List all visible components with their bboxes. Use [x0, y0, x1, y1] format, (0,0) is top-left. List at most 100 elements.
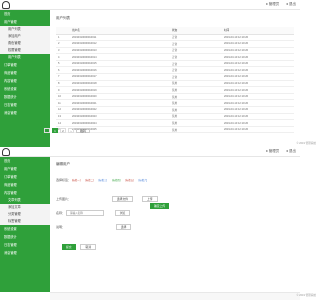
- sidebar-subitem[interactable]: 添加文章: [0, 204, 50, 211]
- table-cell: 2019-03-10 12:10:20: [222, 106, 294, 114]
- name-input[interactable]: 请输入名称: [65, 210, 104, 217]
- sidebar-item[interactable]: 首页: [0, 157, 50, 165]
- table-row[interactable]: 3 20190310000010013 正常 2019-03-10 12:10:20: [56, 47, 294, 55]
- sidebar-item[interactable]: 商品管理: [0, 69, 50, 77]
- table-cell: 1: [56, 34, 70, 42]
- sidebar-subitem[interactable]: 分类管理: [0, 211, 50, 218]
- sidebar-item[interactable]: 订单管理: [0, 61, 50, 69]
- sidebar-item[interactable]: 首页: [0, 10, 50, 18]
- app-logo-icon: [2, 148, 10, 156]
- sidebar-item[interactable]: 系统设置: [0, 225, 50, 233]
- table-cell: 7: [56, 73, 70, 81]
- logout-link[interactable]: ♦ 退出: [286, 149, 296, 153]
- browse-button[interactable]: 浏览: [114, 210, 131, 216]
- table-cell: 13: [56, 113, 70, 121]
- table-cell: 2: [56, 40, 70, 48]
- footer-2: © 2019 管理系统: [296, 294, 317, 297]
- table-row[interactable]: 15 20190310000010025 禁用 2019-03-10 12:10:20: [56, 126, 294, 134]
- sidebar-subitem[interactable]: 角色管理: [0, 40, 50, 47]
- top-links: ♦ 管理员 ♦ 退出: [260, 2, 296, 7]
- sidebar-subitem[interactable]: 用户列表: [0, 54, 50, 61]
- table-row[interactable]: 2 20190310000010012 正常 2019-03-10 12:10:20: [56, 40, 294, 48]
- sidebar-item[interactable]: 系统设置: [0, 85, 50, 93]
- table-row[interactable]: 5 20190310000010015 正常 2019-03-10 12:10:20: [56, 60, 294, 68]
- sidebar-subitem[interactable]: 添加用户: [0, 33, 50, 40]
- page-2-button[interactable]: 2: [60, 128, 66, 133]
- table-row[interactable]: 4 20190310000010014 正常 2019-03-10 12:10:20: [56, 53, 294, 61]
- user-link[interactable]: ♦ 管理员: [266, 2, 279, 6]
- confirm-upload-button[interactable]: 确定上传: [150, 203, 170, 209]
- sidebar-item[interactable]: 内容管理: [0, 77, 50, 85]
- go-button[interactable]: 跳转: [76, 128, 91, 133]
- table-cell: 20190310000010012: [70, 40, 170, 48]
- upload-button[interactable]: 上传: [141, 196, 158, 202]
- submit-button[interactable]: 提交: [62, 244, 76, 250]
- table-cell: 9: [56, 86, 70, 94]
- table-cell: 20190310000010021: [70, 99, 170, 108]
- table-cell: 2019-03-10 12:10:20: [222, 47, 294, 55]
- table-row[interactable]: 11 20190310000010021 禁用 2019-03-10 12:10:20: [56, 99, 294, 108]
- tag-chip[interactable]: [标签四]: [112, 178, 121, 182]
- table-row[interactable]: 8 20190310000010018 禁用 2019-03-10 12:10:20: [56, 80, 294, 88]
- tag-chip[interactable]: [标签一]: [72, 178, 81, 182]
- table-cell: 2019-03-10 12:10:20: [222, 40, 294, 48]
- table-cell: 正常: [170, 66, 222, 75]
- form-row-confirm: 确定上传: [150, 203, 170, 209]
- user-link[interactable]: ♦ 管理员: [266, 149, 279, 153]
- sidebar-submenu: 文章列表 添加文章 分类管理 标签管理: [0, 197, 50, 225]
- sidebar-item[interactable]: 数据统计: [0, 233, 50, 241]
- tag-chip[interactable]: [标签三]: [99, 178, 108, 182]
- tag-chip[interactable]: [标签六]: [139, 178, 148, 182]
- table-row[interactable]: 9 20190310000010019 禁用 2019-03-10 12:10:20: [56, 86, 294, 94]
- table-cell: 20190310000010019: [70, 86, 170, 94]
- table-cell: 4: [56, 53, 70, 61]
- sidebar-item[interactable]: 商品管理: [0, 181, 50, 189]
- table-cell: 禁用: [170, 119, 222, 127]
- sidebar-item[interactable]: 消息管理: [0, 249, 50, 257]
- table-cell: 20190310000010018: [70, 80, 170, 88]
- page-1-button[interactable]: 1: [52, 128, 58, 133]
- next-page-button[interactable]: ›: [68, 128, 74, 133]
- select-button[interactable]: 选择: [115, 224, 132, 230]
- table-cell: 20190310000010015: [70, 60, 170, 68]
- table-row[interactable]: 13 20190310000010023 禁用 2019-03-10 12:10:20: [56, 113, 294, 121]
- table-row[interactable]: 10 20190310000010020 禁用 2019-03-10 12:10:20: [56, 93, 294, 101]
- table-cell: 10: [56, 93, 70, 101]
- column-header: 时间: [222, 27, 294, 35]
- sidebar-screen1: 首页 用户管理 用户列表 添加用户 角色管理 权限管理 用户列表 订单管理 商品管理 内容管理 系统…: [0, 10, 50, 147]
- table-cell: 14: [56, 119, 70, 127]
- sidebar-item[interactable]: 日志管理: [0, 101, 50, 109]
- sidebar-item[interactable]: 订单管理: [0, 173, 50, 181]
- sidebar-item[interactable]: 消息管理: [0, 109, 50, 117]
- sidebar-item[interactable]: 用户管理: [0, 18, 50, 26]
- sidebar-item[interactable]: 内容管理: [0, 189, 50, 197]
- table-cell: 3: [56, 47, 70, 55]
- table-row[interactable]: 1 20190310000010011 正常 2019-03-10 12:10:20: [56, 34, 294, 42]
- table-cell: 正常: [170, 34, 222, 42]
- sidebar-item[interactable]: 数据统计: [0, 93, 50, 101]
- cancel-button[interactable]: 取消: [80, 244, 97, 250]
- sidebar-subitem[interactable]: 文章列表: [0, 197, 50, 204]
- table-cell: 20190310000010013: [70, 47, 170, 55]
- table-cell: 禁用: [170, 113, 222, 121]
- table-row[interactable]: 7 20190310000010017 正常 2019-03-10 12:10:20: [56, 73, 294, 81]
- table-row[interactable]: 6 20190310000010016 正常 2019-03-10 12:10:20: [56, 66, 294, 75]
- tag-chip[interactable]: [标签二]: [85, 178, 94, 182]
- tag-chip[interactable]: [标签五]: [125, 178, 134, 182]
- table-cell: 禁用: [170, 99, 222, 108]
- table-cell: 5: [56, 60, 70, 68]
- choose-file-button[interactable]: 选择文件: [111, 196, 134, 202]
- prev-page-button[interactable]: ‹: [44, 128, 50, 133]
- sidebar-item[interactable]: 日志管理: [0, 241, 50, 249]
- table-cell: 禁用: [170, 106, 222, 114]
- top-links: ♦ 管理员 ♦ 退出: [260, 149, 296, 154]
- sidebar-subitem[interactable]: 权限管理: [0, 47, 50, 54]
- sidebar-subitem[interactable]: 标签管理: [0, 218, 50, 225]
- form-row-name: 名称： 请输入名称 浏览: [56, 210, 131, 217]
- table-row[interactable]: 14 20190310000010024 禁用 2019-03-10 12:10:20: [56, 119, 294, 127]
- logout-link[interactable]: ♦ 退出: [286, 2, 296, 6]
- sidebar-item[interactable]: 用户管理: [0, 165, 50, 173]
- sidebar-subitem[interactable]: 用户列表: [0, 26, 50, 33]
- table-row[interactable]: 12 20190310000010022 禁用 2019-03-10 12:10:20: [56, 106, 294, 114]
- table-cell: 20190310000010022: [70, 106, 170, 114]
